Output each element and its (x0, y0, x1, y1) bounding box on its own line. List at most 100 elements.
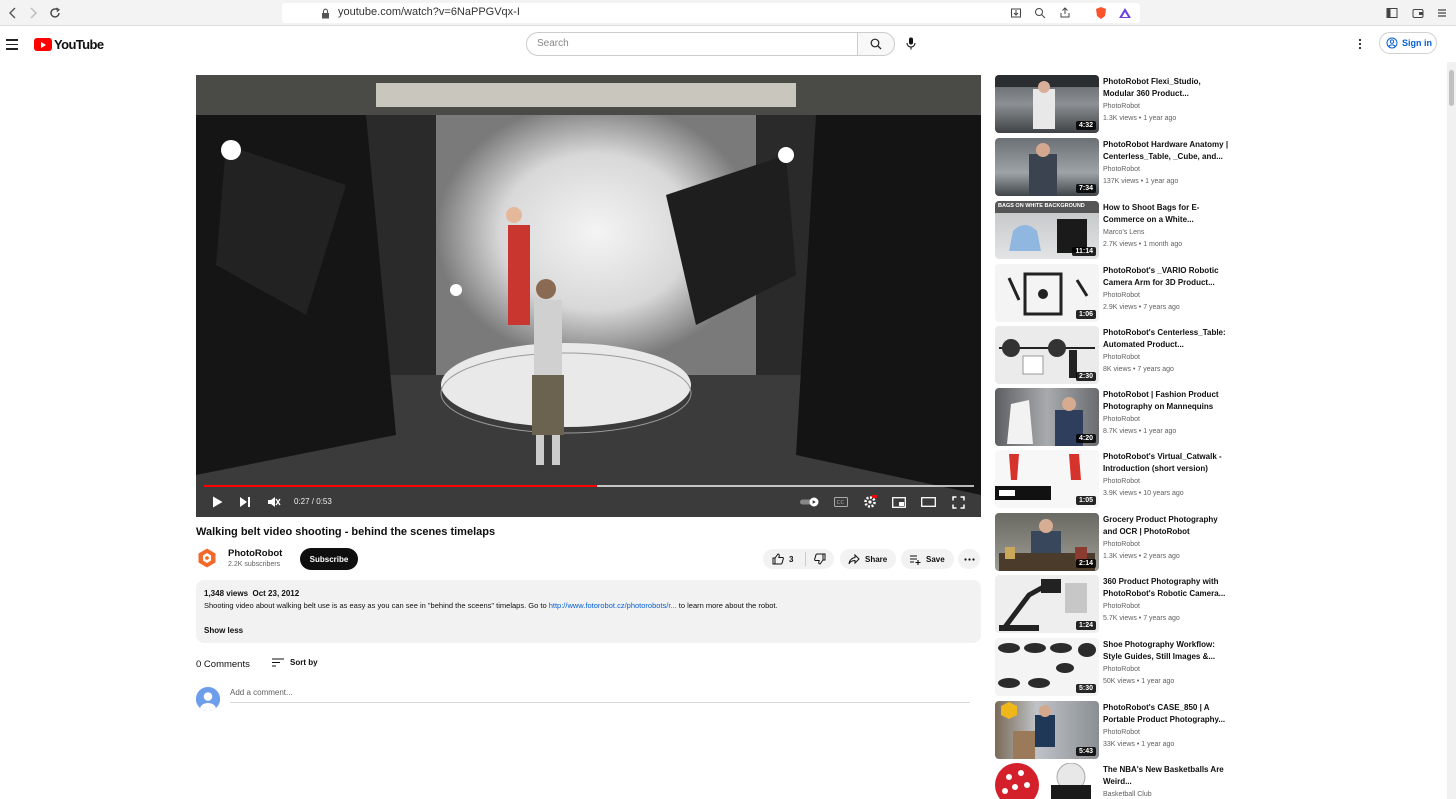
recommendation-channel[interactable]: PhotoRobot (1103, 103, 1140, 110)
search-button[interactable] (857, 32, 895, 56)
recommendation-channel[interactable]: PhotoRobot (1103, 541, 1140, 548)
more-actions-button[interactable] (958, 549, 980, 569)
scrollbar-thumb[interactable] (1449, 70, 1454, 106)
add-comment-input[interactable]: Add a comment... (230, 688, 970, 703)
mute-button[interactable] (266, 494, 282, 510)
recommendation-title[interactable]: The NBA's New Basketballs Are Weird... (1103, 764, 1233, 788)
share-page-icon[interactable] (1056, 4, 1074, 22)
recommendation-title[interactable]: PhotoRobot's CASE_850 | A Portable Produ… (1103, 702, 1233, 726)
recommendation-channel[interactable]: PhotoRobot (1103, 292, 1140, 299)
video-thumbnail[interactable]: 1:06 (995, 264, 1099, 322)
sort-by-button[interactable]: Sort by (272, 658, 318, 667)
recommendation-item[interactable]: 1:06 PhotoRobot's _VARIO Robotic Camera … (995, 264, 1235, 322)
video-thumbnail[interactable]: 1:05 (995, 450, 1099, 508)
recommendation-item[interactable]: 7:34 PhotoRobot Hardware Anatomy | Cente… (995, 138, 1235, 196)
video-thumbnail[interactable]: 4:20 (995, 388, 1099, 446)
forward-icon[interactable] (24, 4, 42, 22)
recommendation-item[interactable]: 4:20 PhotoRobot | Fashion Product Photog… (995, 388, 1235, 446)
upload-date: Oct 23, 2012 (252, 589, 300, 598)
recommendation-item[interactable]: 1:24 360 Product Photography with PhotoR… (995, 575, 1235, 633)
dislike-button[interactable] (806, 553, 834, 565)
video-thumbnail[interactable]: 7:34 (995, 138, 1099, 196)
video-thumbnail[interactable]: BAGS ON WHITE BACKGROUND 11:14 (995, 201, 1099, 259)
recommendation-meta: 137K views • 1 year ago (1103, 178, 1179, 185)
page-scrollbar[interactable] (1447, 62, 1456, 799)
brave-shield-icon[interactable] (1092, 4, 1110, 22)
brave-rewards-icon[interactable] (1116, 4, 1134, 22)
progress-bar[interactable] (204, 485, 974, 487)
recommendation-title[interactable]: PhotoRobot Hardware Anatomy | Centerless… (1103, 139, 1233, 163)
recommendation-item[interactable]: 5:43 PhotoRobot's CASE_850 | A Portable … (995, 701, 1235, 759)
video-thumbnail[interactable]: 4:32 (995, 75, 1099, 133)
recommendation-channel[interactable]: PhotoRobot (1103, 166, 1140, 173)
url-text[interactable]: youtube.com/watch?v=6NaPPGVqx-I (338, 6, 520, 18)
recommendation-channel[interactable]: PhotoRobot (1103, 478, 1140, 485)
save-button[interactable]: Save (901, 549, 954, 569)
recommendation-title[interactable]: Shoe Photography Workflow: Style Guides,… (1103, 639, 1233, 663)
video-thumbnail[interactable]: 2:30 (995, 326, 1099, 384)
recommendation-item[interactable]: 5:30 Shoe Photography Workflow: Style Gu… (995, 638, 1235, 696)
recommendation-title[interactable]: Grocery Product Photography and OCR | Ph… (1103, 514, 1233, 538)
microphone-icon[interactable] (906, 37, 916, 55)
channel-name[interactable]: PhotoRobot (228, 548, 282, 559)
autoplay-toggle[interactable] (799, 494, 821, 510)
recommendation-item[interactable]: 4:32 PhotoRobot Flexi_Studio, Modular 36… (995, 75, 1235, 133)
recommendation-channel[interactable]: PhotoRobot (1103, 729, 1140, 736)
video-thumbnail[interactable]: 5:43 (995, 701, 1099, 759)
settings-button[interactable] (862, 494, 878, 510)
video-thumbnail[interactable]: 1:24 (995, 575, 1099, 633)
miniplayer-button[interactable] (891, 494, 907, 510)
show-less-button[interactable]: Show less (204, 626, 243, 635)
recommendation-title[interactable]: PhotoRobot's Centerless_Table: Automated… (1103, 327, 1233, 351)
sign-in-button[interactable]: Sign in (1379, 32, 1437, 54)
sort-icon (272, 658, 284, 667)
recommendation-channel[interactable]: Basketball Club (1103, 791, 1152, 798)
recommendation-title[interactable]: How to Shoot Bags for E-Commerce on a Wh… (1103, 202, 1233, 226)
youtube-logo[interactable]: YouTube (34, 37, 104, 52)
recommendation-title[interactable]: PhotoRobot Flexi_Studio, Modular 360 Pro… (1103, 76, 1233, 100)
back-icon[interactable] (4, 4, 22, 22)
captions-button[interactable]: CC (833, 494, 849, 510)
recommendation-title[interactable]: 360 Product Photography with PhotoRobot'… (1103, 576, 1233, 600)
video-player[interactable]: 0:27 / 0:53 CC (196, 75, 981, 517)
recommendation-item[interactable]: BAGS ON WHITE BACKGROUND 11:14 How to Sh… (995, 201, 1235, 259)
fullscreen-button[interactable] (950, 494, 966, 510)
recommendation-meta: 50K views • 1 year ago (1103, 678, 1175, 685)
search-input[interactable]: Search (526, 32, 858, 56)
recommendation-channel[interactable]: PhotoRobot (1103, 603, 1140, 610)
subscriber-count: 2.2K subscribers (228, 561, 281, 568)
recommendation-item[interactable]: The NBA's New Basketballs Are Weird... B… (995, 763, 1235, 799)
settings-more-icon[interactable] (1358, 37, 1362, 55)
view-count: 1,348 views (204, 589, 249, 598)
zoom-icon[interactable] (1031, 4, 1049, 22)
recommendation-item[interactable]: 2:30 PhotoRobot's Centerless_Table: Auto… (995, 326, 1235, 384)
recommendation-channel[interactable]: Marco's Lens (1103, 229, 1144, 236)
video-thumbnail[interactable]: 5:30 (995, 638, 1099, 696)
menu-icon[interactable] (6, 39, 18, 50)
channel-avatar[interactable] (196, 547, 218, 569)
recommendation-title[interactable]: PhotoRobot's _VARIO Robotic Camera Arm f… (1103, 265, 1233, 289)
reload-icon[interactable] (46, 4, 64, 22)
play-button[interactable] (210, 494, 224, 510)
subscribe-button[interactable]: Subscribe (300, 548, 358, 570)
video-duration: 4:32 (1075, 121, 1096, 130)
recommendation-title[interactable]: PhotoRobot | Fashion Product Photography… (1103, 389, 1233, 413)
next-button[interactable] (238, 494, 252, 510)
description-link[interactable]: http://www.fotorobot.cz/photorobots/r... (549, 601, 677, 610)
video-thumbnail[interactable] (995, 763, 1099, 799)
recommendation-channel[interactable]: PhotoRobot (1103, 416, 1140, 423)
install-icon[interactable] (1007, 4, 1025, 22)
recommendation-title[interactable]: PhotoRobot's Virtual_Catwalk - Introduct… (1103, 451, 1233, 475)
description-box[interactable]: 1,348 views Oct 23, 2012 Shooting video … (196, 580, 981, 643)
recommendation-channel[interactable]: PhotoRobot (1103, 666, 1140, 673)
browser-menu-icon[interactable] (1433, 4, 1451, 22)
wallet-icon[interactable] (1409, 4, 1427, 22)
video-thumbnail[interactable]: 2:14 (995, 513, 1099, 571)
recommendation-item[interactable]: 1:05 PhotoRobot's Virtual_Catwalk - Intr… (995, 450, 1235, 508)
sidebar-toggle-icon[interactable] (1383, 4, 1401, 22)
like-button[interactable]: 3 (763, 552, 806, 566)
theater-mode-button[interactable] (920, 494, 936, 510)
recommendation-item[interactable]: 2:14 Grocery Product Photography and OCR… (995, 513, 1235, 571)
share-button[interactable]: Share (840, 549, 896, 569)
recommendation-channel[interactable]: PhotoRobot (1103, 354, 1140, 361)
